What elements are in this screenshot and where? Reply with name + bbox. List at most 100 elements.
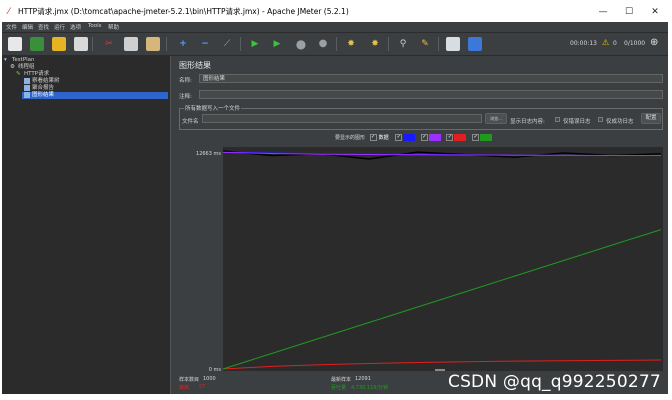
browse-button[interactable]: 浏览...	[485, 113, 507, 124]
deviation-stat-label: 偏离	[179, 385, 190, 391]
graph-results-chart: 12663 ms 0 ms	[196, 147, 663, 373]
tree-item-label: 线程组	[18, 64, 35, 70]
new-icon[interactable]	[8, 37, 22, 51]
data-series-label: 数据	[378, 135, 389, 141]
start-icon[interactable]: ▶	[248, 37, 262, 51]
reset-search-icon[interactable]: ✎	[418, 37, 432, 51]
menu-help[interactable]: 帮助	[108, 23, 119, 31]
clear-icon[interactable]: ✸	[344, 37, 358, 51]
test-plan-icon: ▾	[4, 57, 7, 63]
errors-only-label: 仅错误日志	[563, 119, 591, 125]
open-icon[interactable]	[52, 37, 66, 51]
throughput-checkbox[interactable]: ✓	[472, 134, 480, 141]
jmeter-feather-icon: ⁄	[8, 7, 10, 17]
toolbar-separator	[240, 37, 241, 51]
menu-search[interactable]: 查找	[38, 23, 49, 31]
toolbar-separator	[92, 37, 93, 51]
log-display-label: 显示日志内容:	[510, 119, 545, 125]
fieldset-legend: 所有数据写入一个文件	[184, 104, 242, 112]
tree-item-graph-results[interactable]: 图形结果	[22, 92, 168, 99]
y-max-label: 12663 ms	[196, 151, 221, 157]
start-no-pause-icon[interactable]: ▶	[270, 37, 284, 51]
toolbar: ✂ + − ⟋ ▶ ▶ ● ● ✸ ✸ ⚲ ✎ 00:00:13 ⚠ 0 0/1…	[2, 33, 668, 56]
save-icon[interactable]	[74, 37, 88, 51]
success-only-label: 仅成功日志	[606, 119, 634, 125]
name-field[interactable]: 图形结果	[199, 74, 663, 83]
median-series-label: 中值	[428, 134, 441, 141]
sampler-icon: ✎	[16, 71, 21, 77]
globe-icon[interactable]: ⊕	[650, 37, 658, 48]
tree-item-testplan[interactable]: ▾ TestPlan	[4, 57, 64, 64]
filename-label: 文件名	[182, 119, 199, 125]
y-min-label: 0 ms	[209, 367, 222, 373]
menu-bar: 文件 编辑 查找 运行 选项 Tools 帮助	[2, 22, 668, 33]
tree-item-label: HTTP请求	[24, 71, 50, 77]
jmeter-window: ⁄ HTTP请求.jmx (D:\tomcat\apache-jmeter-5.…	[2, 2, 668, 394]
toggle-icon[interactable]: ⟋	[220, 37, 234, 51]
graphs-to-display: 要显示的图形 ✓ 数据 ✓ 平均 ✓ 中值 ✓ 偏离 ✓ 吞吐	[335, 134, 493, 142]
panel-title: 图形结果	[179, 61, 211, 70]
write-results-fieldset: 所有数据写入一个文件 文件名 浏览... 显示日志内容: 仅错误日志 仅成功日志…	[179, 104, 663, 130]
thread-count: 0/1000	[624, 40, 646, 47]
toolbar-separator	[388, 37, 389, 51]
plot-area	[223, 147, 663, 371]
comment-field[interactable]	[199, 90, 663, 99]
menu-file[interactable]: 文件	[6, 23, 17, 31]
menu-edit[interactable]: 编辑	[22, 23, 33, 31]
throughput-stat-label: 吞吐量	[331, 385, 347, 391]
toolbar-separator	[336, 37, 337, 51]
close-button[interactable]: ✕	[642, 5, 668, 19]
templates-icon[interactable]	[30, 37, 44, 51]
throughput-stat-value: 4,730.118/分钟	[351, 385, 389, 391]
shutdown-icon[interactable]: ●	[316, 37, 330, 51]
success-only-checkbox[interactable]	[598, 117, 603, 122]
menu-tools[interactable]: Tools	[88, 23, 102, 29]
menu-run[interactable]: 运行	[54, 23, 65, 31]
warning-count: 0	[613, 40, 617, 47]
tree-item-label: 聚合报告	[32, 85, 55, 91]
test-plan-tree: ▾ TestPlan ⚙ 线程组 ✎ HTTP请求 察看结果树 聚合报告 图形结果	[2, 56, 171, 394]
minimize-button[interactable]: —	[590, 5, 616, 19]
configure-button[interactable]: 配置	[641, 113, 661, 124]
collapse-icon[interactable]: −	[198, 37, 212, 51]
latest-sample-label: 最新样本	[331, 377, 352, 383]
samples-value: 1000	[203, 376, 216, 382]
search-icon[interactable]: ⚲	[396, 37, 410, 51]
function-helper-icon[interactable]	[446, 37, 460, 51]
data-checkbox[interactable]: ✓	[369, 134, 377, 141]
csdn-watermark: CSDN @qq_q992250277	[448, 372, 661, 392]
toolbar-separator	[438, 37, 439, 51]
throughput-series-label: 吞吐	[480, 134, 493, 141]
tree-item-aggregate-report[interactable]: 聚合报告	[24, 85, 84, 92]
median-checkbox[interactable]: ✓	[420, 134, 428, 141]
warning-icon[interactable]: ⚠	[602, 38, 609, 47]
listener-icon	[24, 85, 30, 91]
average-checkbox[interactable]: ✓	[395, 134, 403, 141]
name-label: 名称:	[179, 78, 192, 84]
tree-item-view-results-tree[interactable]: 察看结果树	[24, 78, 84, 85]
listener-icon	[24, 92, 30, 98]
tree-item-thread-group[interactable]: ⚙ 线程组	[10, 64, 70, 71]
stop-icon[interactable]: ●	[294, 37, 308, 51]
title-bar: ⁄ HTTP请求.jmx (D:\tomcat\apache-jmeter-5.…	[2, 2, 668, 22]
maximize-button[interactable]: ☐	[616, 5, 642, 19]
thread-group-icon: ⚙	[10, 64, 15, 70]
horizontal-scrollbar[interactable]	[435, 369, 445, 371]
expand-icon[interactable]: +	[176, 37, 190, 51]
tree-item-http-request[interactable]: ✎ HTTP请求	[16, 71, 76, 78]
filename-field[interactable]	[202, 114, 482, 123]
paste-icon[interactable]	[146, 37, 160, 51]
tree-item-label: 察看结果树	[32, 78, 60, 84]
errors-only-checkbox[interactable]	[555, 117, 560, 122]
cut-icon[interactable]: ✂	[102, 37, 116, 51]
samples-label: 样本数目	[179, 377, 200, 383]
toolbar-separator	[166, 37, 167, 51]
menu-options[interactable]: 选项	[70, 23, 81, 31]
copy-icon[interactable]	[124, 37, 138, 51]
deviation-checkbox[interactable]: ✓	[446, 134, 454, 141]
help-icon[interactable]	[468, 37, 482, 51]
average-series-label: 平均	[403, 134, 416, 141]
clear-all-icon[interactable]: ✸	[368, 37, 382, 51]
graphs-to-display-label: 要显示的图形	[335, 135, 366, 141]
listener-icon	[24, 78, 30, 84]
